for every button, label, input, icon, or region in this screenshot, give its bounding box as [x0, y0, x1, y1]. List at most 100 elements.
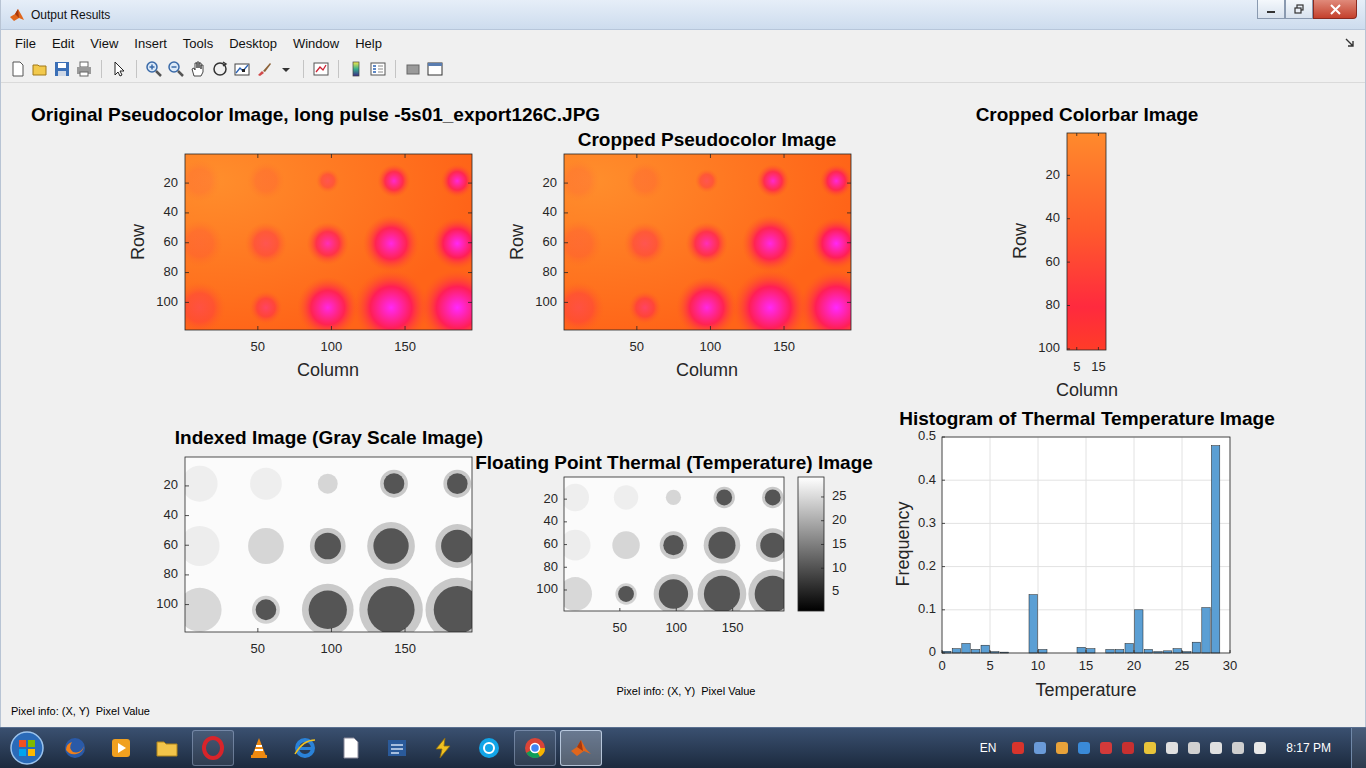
halo	[435, 524, 479, 568]
halo	[660, 531, 687, 559]
taskbar-app[interactable]	[422, 730, 464, 766]
taskbar-app[interactable]	[146, 730, 188, 766]
y-axis-label: Row	[128, 223, 148, 260]
start-button[interactable]	[0, 730, 54, 766]
dark-spot	[618, 586, 634, 602]
clock[interactable]: 8:17 PM	[1286, 741, 1331, 755]
show-icon[interactable]	[426, 60, 444, 78]
open-icon[interactable]	[31, 60, 49, 78]
menu-item[interactable]: Window	[285, 34, 347, 53]
indexed-image-axes[interactable]: Indexed Image (Gray Scale Image)20406080…	[11, 406, 491, 701]
colorbar-tick-label: 25	[832, 488, 846, 503]
tray-icon[interactable]	[1142, 740, 1158, 756]
tray-icon[interactable]	[1054, 740, 1070, 756]
new-icon[interactable]	[9, 60, 27, 78]
tray-icon[interactable]	[1252, 740, 1268, 756]
y-tick-label: 0.5	[918, 428, 936, 443]
tray-icon[interactable]	[1076, 740, 1092, 756]
taskbar-app[interactable]	[284, 730, 326, 766]
thermal-image-axes[interactable]: Floating Point Thermal (Temperature) Ima…	[491, 406, 871, 701]
colorbar-crop-image	[1067, 133, 1106, 350]
histogram-axes[interactable]: Histogram of Thermal Temperature ImageFr…	[871, 406, 1365, 701]
x-tick-label: 150	[773, 339, 795, 354]
dark-spot	[716, 489, 732, 505]
taskbar-app[interactable]	[100, 730, 142, 766]
dock-arrow-icon[interactable]	[1345, 38, 1355, 48]
taskbar-app[interactable]	[54, 730, 96, 766]
menu-item[interactable]: Help	[347, 34, 390, 53]
zoomin-icon[interactable]	[145, 60, 163, 78]
tray-icon[interactable]	[1120, 740, 1136, 756]
y-tick-label: 40	[544, 513, 558, 528]
menu-item[interactable]: View	[82, 34, 126, 53]
pan-icon[interactable]	[189, 60, 207, 78]
pointer-icon[interactable]	[110, 60, 128, 78]
menu-item[interactable]: File	[7, 34, 44, 53]
tray-icon[interactable]	[1230, 740, 1246, 756]
taskbar-app[interactable]	[192, 730, 234, 766]
x-tick-label: 100	[321, 641, 343, 656]
x-tick-label: 100	[665, 620, 687, 635]
hide-icon[interactable]	[404, 60, 422, 78]
hot-spot	[174, 281, 226, 334]
tray-icon[interactable]	[1010, 740, 1026, 756]
taskbar-app[interactable]	[238, 730, 280, 766]
brush-icon[interactable]	[255, 60, 273, 78]
tray-icon[interactable]	[1186, 740, 1202, 756]
dark-spot	[760, 533, 785, 558]
histogram-bar	[1135, 610, 1143, 653]
y-tick-label: 60	[1046, 254, 1060, 269]
minimize-button[interactable]	[1257, 0, 1285, 19]
taskbar-app[interactable]	[560, 730, 602, 766]
tray-icon[interactable]	[1164, 740, 1180, 756]
hot-spot	[316, 169, 340, 193]
save-icon[interactable]	[53, 60, 71, 78]
tray-icon[interactable]	[1208, 740, 1224, 756]
original-image-axes[interactable]: Row2040608010050100150Column	[11, 127, 491, 406]
taskbar-app[interactable]	[514, 730, 556, 766]
close-button[interactable]	[1313, 0, 1357, 19]
close-icon	[1330, 4, 1341, 15]
menu-item[interactable]: Desktop	[221, 34, 285, 53]
tray-icon[interactable]	[1098, 740, 1114, 756]
x-tick-label: 0	[938, 658, 945, 673]
colorbar-icon[interactable]	[347, 60, 365, 78]
print-icon[interactable]	[75, 60, 93, 78]
y-tick-label: 60	[164, 234, 178, 249]
matlab-icon	[569, 736, 593, 760]
firefox-icon	[63, 736, 87, 760]
colorbar-tick-label: 15	[832, 536, 846, 551]
hot-spot	[555, 220, 602, 268]
menu-item[interactable]: Edit	[44, 34, 82, 53]
cropped-image-axes[interactable]: Cropped Pseudocolor ImageRow204060801005…	[491, 127, 871, 406]
tray-icon[interactable]	[1032, 740, 1048, 756]
zoomout-icon[interactable]	[167, 60, 185, 78]
indexed-image-title: Indexed Image (Gray Scale Image)	[175, 427, 483, 448]
colorbar-crop-axes[interactable]: Row20406080100515Column	[871, 127, 1351, 406]
cursor-icon[interactable]	[233, 60, 251, 78]
minimize-icon	[1266, 4, 1276, 14]
matlab-icon	[9, 7, 25, 23]
toolbar-separator	[395, 60, 396, 78]
language-indicator[interactable]: EN	[980, 741, 997, 755]
rotate-icon[interactable]	[211, 60, 229, 78]
thermal-image	[559, 477, 798, 618]
taskbar-app[interactable]	[330, 730, 372, 766]
link-icon[interactable]	[312, 60, 330, 78]
menu-item[interactable]: Insert	[126, 34, 175, 53]
cropped-image-title: Cropped Pseudocolor Image	[578, 129, 837, 150]
menu-item[interactable]: Tools	[175, 34, 221, 53]
drop-icon[interactable]	[277, 60, 295, 78]
taskbar-app[interactable]	[376, 730, 418, 766]
hot-spot	[820, 164, 853, 197]
restore-button[interactable]	[1285, 0, 1313, 19]
show-desktop-button[interactable]	[1351, 728, 1366, 768]
title-bar[interactable]: Output Results	[1, 0, 1365, 30]
dark-spot	[256, 599, 277, 620]
legend-icon[interactable]	[369, 60, 387, 78]
x-tick-label: 150	[394, 339, 416, 354]
winamp-icon	[431, 736, 455, 760]
taskbar-app[interactable]	[468, 730, 510, 766]
halo	[443, 470, 471, 498]
y-tick-label: 20	[543, 175, 557, 190]
